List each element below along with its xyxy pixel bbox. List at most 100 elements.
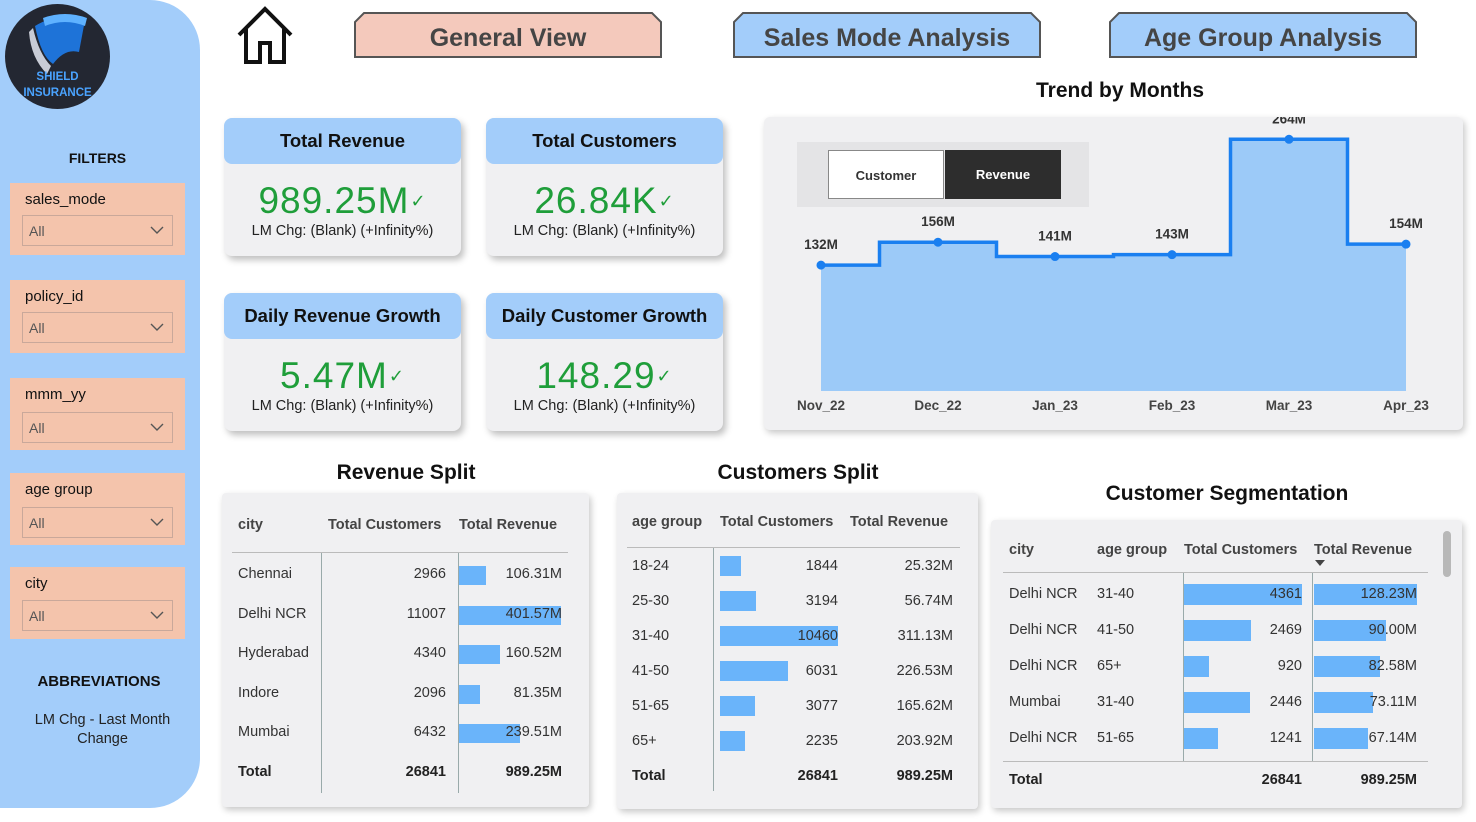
kpi-value: 148.29✓	[486, 355, 723, 397]
policy-id-dropdown[interactable]: All	[22, 312, 173, 343]
home-icon	[237, 6, 293, 64]
kpi-title: Total Customers	[532, 130, 677, 151]
filter-label: sales_mode	[25, 191, 106, 208]
trend-point[interactable]	[1167, 250, 1177, 260]
x-tick-label: Apr_23	[1383, 398, 1429, 413]
row-customers: 2096	[413, 684, 446, 701]
row-age-group: 65+	[1097, 658, 1122, 674]
customer-segmentation-table: city age group Total Customers Total Rev…	[991, 520, 1462, 808]
row-city: Delhi NCR	[1009, 658, 1078, 674]
kpi-title: Daily Customer Growth	[501, 305, 708, 326]
kpi-value-text: 5.47M	[280, 355, 388, 396]
total-revenue: 989.25M	[896, 768, 953, 784]
row-customers: 3077	[805, 698, 838, 714]
kpi-header: Total Customers	[486, 118, 723, 164]
nav-age-group-analysis[interactable]: Age Group Analysis	[1109, 12, 1417, 58]
sales-mode-dropdown[interactable]: All	[22, 215, 173, 246]
filter-mmm-yy: mmm_yy All	[10, 378, 185, 450]
mmm-yy-dropdown[interactable]: All	[22, 412, 173, 443]
chevron-down-icon	[150, 611, 164, 619]
row-revenue: 67.14M	[1368, 730, 1417, 746]
column-divider	[713, 548, 714, 791]
abbreviations-text: LM Chg - Last Month Change	[34, 712, 171, 747]
kpi-value: 26.84K✓	[486, 180, 723, 222]
column-header[interactable]: age group	[1097, 542, 1167, 558]
column-header[interactable]: age group	[632, 514, 702, 530]
row-city: Chennai	[238, 566, 293, 582]
row-customers: 10460	[797, 628, 838, 644]
logo-text-line1: SHIELD	[36, 71, 79, 83]
row-customers: 4361	[1269, 586, 1302, 602]
kpi-title: Total Revenue	[279, 130, 406, 151]
kpi-value: 989.25M✓	[224, 180, 461, 222]
trend-point[interactable]	[1401, 239, 1411, 249]
row-city: Delhi NCR	[1009, 586, 1078, 602]
age-group-dropdown[interactable]: All	[22, 507, 173, 538]
row-revenue: 311.13M	[897, 628, 953, 644]
check-icon: ✓	[656, 366, 673, 386]
row-revenue: 82.58M	[1368, 658, 1417, 674]
column-header[interactable]: city	[1009, 542, 1034, 558]
kpi-value-text: 26.84K	[534, 180, 658, 221]
customers-bar	[1184, 728, 1218, 749]
filter-label: mmm_yy	[25, 386, 86, 403]
nav-general-view[interactable]: General View	[354, 12, 662, 58]
toggle-revenue-button[interactable]: Revenue	[945, 150, 1061, 199]
row-customers: 2235	[805, 733, 838, 749]
column-divider	[321, 553, 322, 793]
row-customers: 1241	[1269, 730, 1302, 746]
filters-title: FILTERS	[68, 150, 127, 166]
trend-point[interactable]	[816, 260, 826, 270]
row-customers: 2966	[413, 566, 446, 582]
column-header[interactable]: Total Revenue	[850, 514, 948, 530]
table-scrollbar[interactable]	[1443, 531, 1451, 577]
data-label: 132M	[804, 237, 838, 252]
row-customers: 6432	[413, 724, 446, 740]
trend-point[interactable]	[933, 237, 943, 247]
kpi-daily-revenue-growth: Daily Revenue Growth 5.47M✓ LM Chg: (Bla…	[224, 293, 461, 431]
nav-sales-mode-analysis[interactable]: Sales Mode Analysis	[733, 12, 1041, 58]
city-dropdown[interactable]: All	[22, 600, 173, 631]
column-header[interactable]: Total Revenue	[459, 517, 557, 533]
nav-label: General View	[429, 24, 587, 52]
column-divider	[458, 553, 459, 793]
filter-label: age group	[25, 481, 93, 498]
toggle-customer-button[interactable]: Customer	[828, 150, 944, 199]
column-header[interactable]: Total Customers	[1184, 542, 1297, 558]
column-header[interactable]: Total Customers	[720, 514, 833, 530]
row-age-group: 31-40	[1097, 694, 1135, 710]
row-revenue: 128.23M	[1360, 586, 1417, 602]
total-label: Total	[238, 764, 272, 780]
x-tick-label: Dec_22	[914, 398, 961, 413]
dropdown-value: All	[29, 420, 45, 436]
sort-desc-icon[interactable]	[1314, 559, 1326, 567]
x-tick-label: Mar_23	[1266, 398, 1313, 413]
row-customers: 6031	[805, 663, 838, 679]
row-city: Mumbai	[1009, 694, 1061, 710]
row-age-group: 65+	[632, 733, 657, 749]
check-icon: ✓	[658, 191, 675, 211]
kpi-subtext: LM Chg: (Blank) (+Infinity%)	[513, 398, 696, 414]
kpi-value-text: 989.25M	[258, 180, 410, 221]
trend-point[interactable]	[1050, 252, 1060, 262]
total-revenue: 989.25M	[1360, 772, 1417, 788]
home-button[interactable]	[234, 5, 296, 67]
data-label: 154M	[1389, 216, 1423, 231]
trend-title: Trend by Months	[1036, 79, 1204, 102]
header-divider	[232, 552, 568, 553]
column-header[interactable]: Total Revenue	[1314, 542, 1412, 558]
row-revenue: 90.00M	[1368, 622, 1417, 638]
column-header[interactable]: Total Customers	[328, 517, 441, 533]
filter-age-group: age group All	[10, 473, 185, 545]
row-age-group: 51-65	[632, 698, 670, 714]
dropdown-value: All	[29, 515, 45, 531]
column-header[interactable]: city	[238, 517, 263, 533]
check-icon: ✓	[410, 191, 427, 211]
trend-point[interactable]	[1284, 134, 1294, 144]
revenue-split-title: Revenue Split	[336, 461, 476, 484]
revenue-bar	[459, 684, 480, 704]
dropdown-value: All	[29, 608, 45, 624]
x-tick-label: Jan_23	[1032, 398, 1078, 413]
chevron-down-icon	[150, 518, 164, 526]
row-customers: 2469	[1269, 622, 1302, 638]
